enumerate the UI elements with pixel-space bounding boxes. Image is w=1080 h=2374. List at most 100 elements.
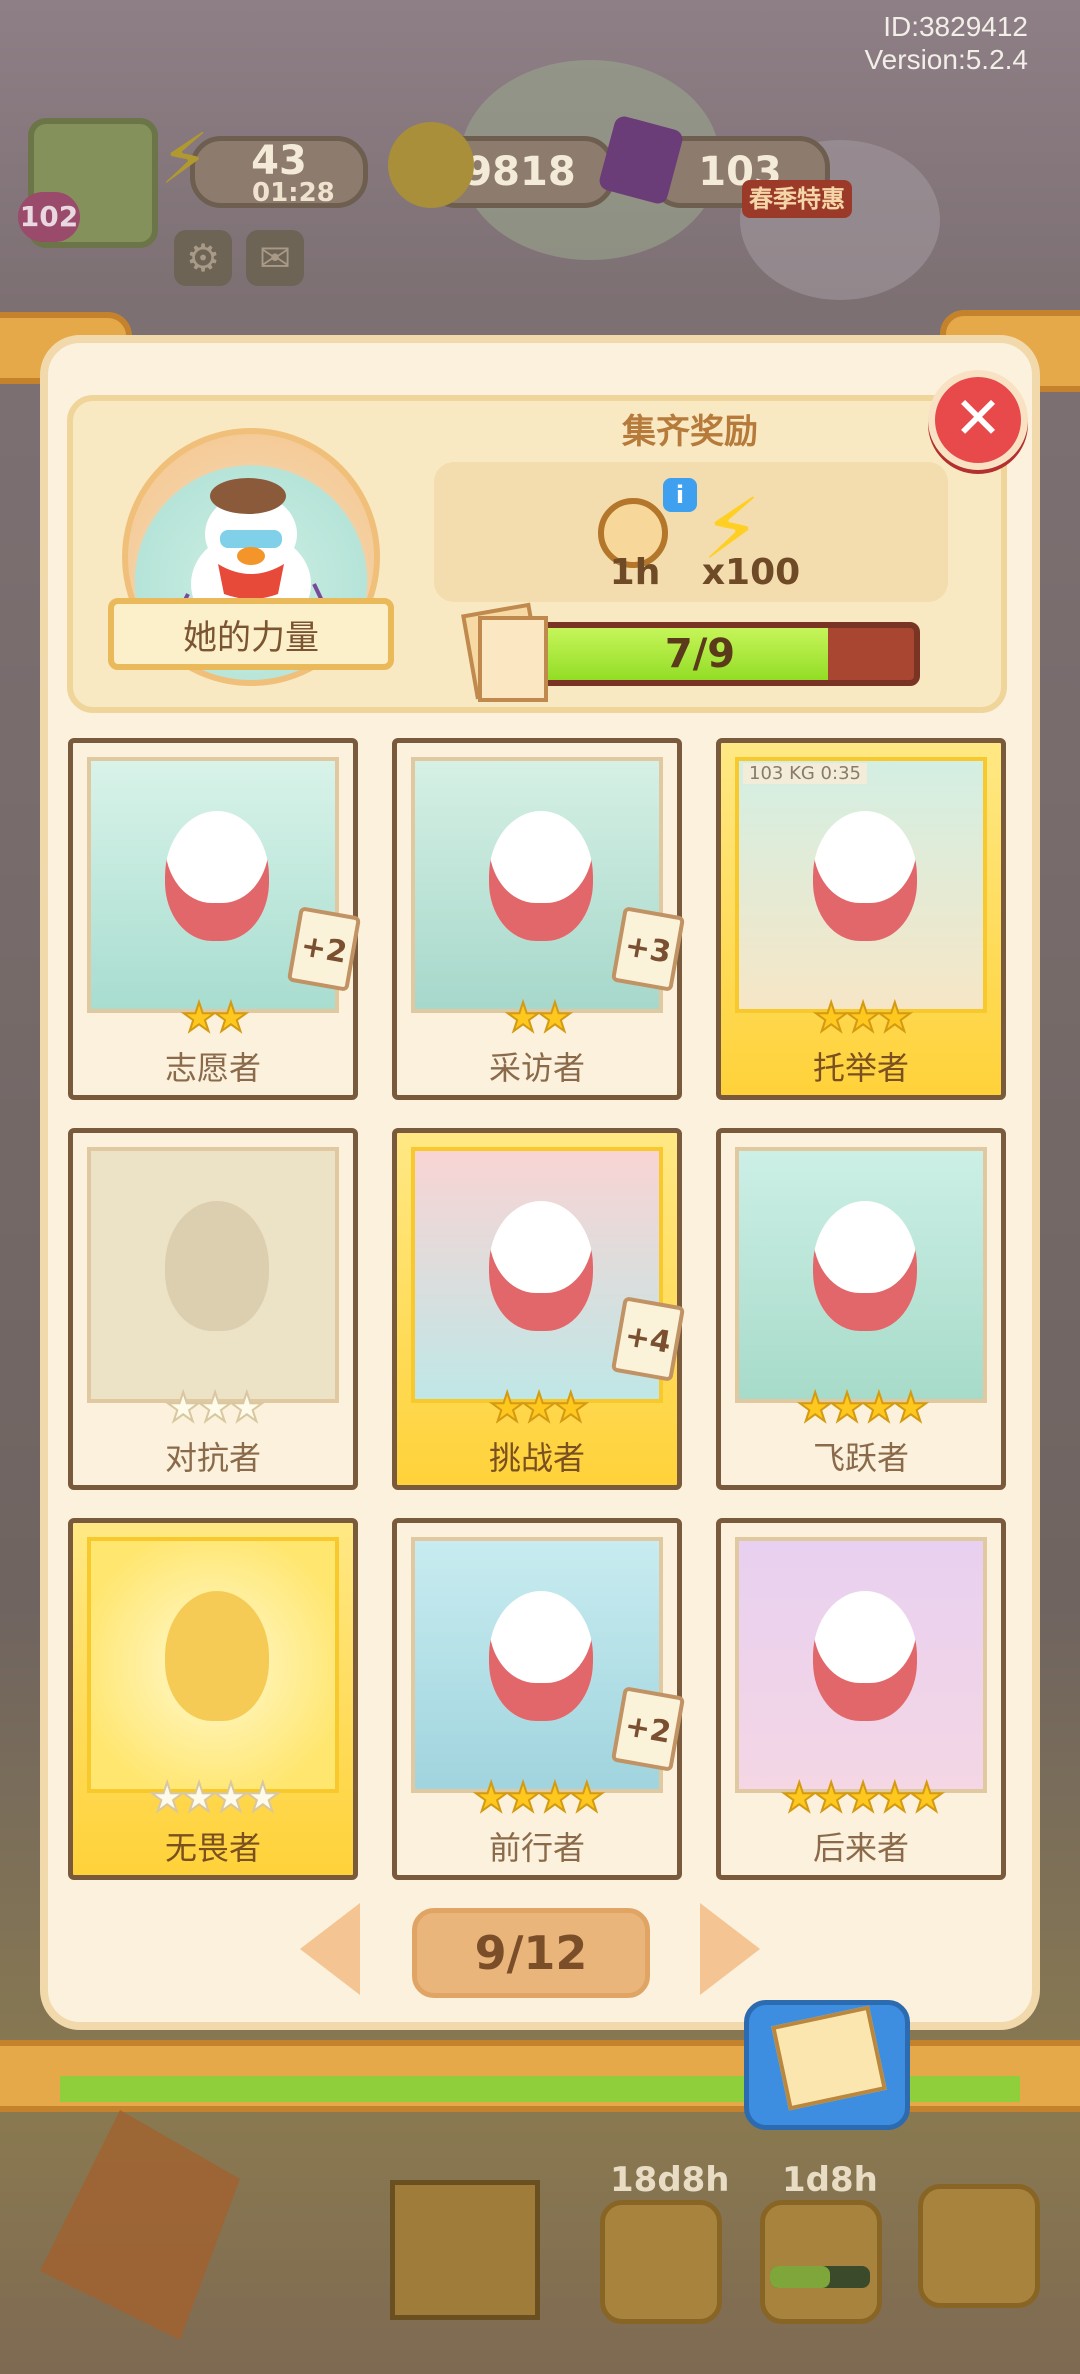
duplicate-count-badge: +4 — [610, 1296, 686, 1382]
duck-character-icon — [813, 811, 917, 941]
star-icon: ★ — [844, 1774, 882, 1822]
star-icon: ★ — [148, 1774, 186, 1822]
star-icon: ★ — [812, 994, 850, 1042]
card-illustration — [735, 1537, 987, 1793]
card-name: 前行者 — [488, 1829, 585, 1867]
collection-card[interactable]: 103 KG 0:35 ★★★ 托举者 — [716, 738, 1006, 1100]
collection-card[interactable]: ★★★ 挑战者 +4 — [392, 1128, 686, 1490]
portrait-title: 她的力量 — [183, 617, 319, 658]
star-rating: ★★★★★ — [721, 1774, 1001, 1822]
star-icon: ★ — [536, 1774, 574, 1822]
star-icon: ★ — [244, 1774, 282, 1822]
star-icon: ★ — [844, 994, 882, 1042]
card-name: 后来者 — [812, 1829, 909, 1867]
progress-text: 7/9 — [664, 631, 736, 677]
collection-card[interactable]: ★★ 采访者 +3 — [392, 738, 686, 1100]
star-icon: ★ — [812, 1774, 850, 1822]
star-icon: ★ — [876, 994, 914, 1042]
next-page-arrow-icon[interactable] — [700, 1903, 760, 1995]
star-icon: ★ — [796, 1384, 834, 1432]
duplicate-count-badge: +2 — [610, 1686, 686, 1772]
locked-card-silhouette — [87, 1537, 339, 1793]
event-button-3[interactable] — [918, 2184, 1040, 2308]
star-icon: ★ — [212, 1774, 250, 1822]
energy-reward-label: x100 — [701, 552, 801, 593]
promo-button[interactable]: 春季特惠 — [742, 180, 852, 218]
duplicate-count-badge: +3 — [610, 906, 686, 992]
star-rating: ★★★★ — [721, 1384, 1001, 1432]
duck-character-icon — [489, 1201, 593, 1331]
duck-silhouette-icon — [165, 1201, 269, 1331]
star-icon: ★ — [520, 1384, 558, 1432]
card-illustration — [735, 1147, 987, 1403]
collection-card[interactable]: ★★★★ 飞跃者 — [716, 1128, 1006, 1490]
build-info: ID:3829412 Version:5.2.4 — [865, 10, 1028, 76]
star-icon: ★ — [876, 1774, 914, 1822]
duplicate-count-badge: +2 — [286, 906, 362, 992]
star-icon: ★ — [568, 1774, 606, 1822]
star-rating: ★★★★ — [73, 1774, 353, 1822]
locked-card-silhouette — [87, 1147, 339, 1403]
star-icon: ★ — [472, 1774, 510, 1822]
star-icon: ★ — [552, 1384, 590, 1432]
star-icon: ★ — [212, 994, 250, 1042]
player-id: ID:3829412 — [883, 11, 1028, 42]
star-icon: ★ — [196, 1384, 234, 1432]
star-icon: ★ — [828, 1384, 866, 1432]
page-indicator: 9/12 — [412, 1908, 650, 1998]
event-button-1[interactable] — [600, 2200, 722, 2324]
lightning-icon: ⚡ — [160, 118, 210, 200]
card-name: 对抗者 — [164, 1439, 261, 1477]
star-rating: ★★ — [397, 994, 677, 1042]
collection-card[interactable]: ★★★★ 前行者 +2 — [392, 1518, 686, 1880]
card-name: 志愿者 — [164, 1049, 261, 1087]
duck-character-icon — [813, 1591, 917, 1721]
star-icon: ★ — [180, 994, 218, 1042]
energy-timer: 01:28 — [252, 178, 335, 208]
coin-value: 9818 — [464, 149, 576, 195]
promo-label: 春季特惠 — [749, 185, 845, 213]
info-icon[interactable]: i — [663, 478, 697, 512]
star-icon: ★ — [164, 1384, 202, 1432]
collection-card[interactable]: ★★★ 对抗者 — [68, 1128, 358, 1490]
star-icon: ★ — [488, 1384, 526, 1432]
star-rating: ★★★ — [397, 1384, 677, 1432]
level-badge: 102 — [18, 192, 80, 242]
card-name: 采访者 — [488, 1049, 585, 1087]
timer-label-1: 18d8h — [610, 2160, 730, 2200]
event-progress-bar — [770, 2266, 870, 2288]
mail-envelope-icon[interactable]: ✉ — [246, 230, 304, 286]
event-button-2[interactable] — [760, 2200, 882, 2324]
collection-card[interactable]: ★★ 志愿者 +2 — [68, 738, 362, 1100]
duck-silhouette-icon — [165, 1591, 269, 1721]
portrait-title-ribbon: 她的力量 — [108, 598, 394, 670]
album-icon — [771, 2005, 887, 2111]
reward-title: 集齐奖励 — [622, 412, 758, 452]
collection-card[interactable]: ★★★★★ 后来者 — [716, 1518, 1006, 1880]
star-icon: ★ — [860, 1384, 898, 1432]
duck-character-icon — [165, 811, 269, 941]
star-icon: ★ — [228, 1384, 266, 1432]
star-icon: ★ — [780, 1774, 818, 1822]
duck-character-icon — [489, 1591, 593, 1721]
card-name: 托举者 — [812, 1049, 909, 1087]
star-icon: ★ — [504, 994, 542, 1042]
timer-label-2: 1d8h — [782, 2160, 878, 2200]
previous-page-arrow-icon[interactable] — [300, 1903, 360, 1995]
star-icon: ★ — [504, 1774, 542, 1822]
version-label: Version:5.2.4 — [864, 44, 1028, 75]
card-stack-icon — [460, 602, 548, 702]
collection-card[interactable]: ★★★★ 无畏者 — [68, 1518, 358, 1880]
star-rating: ★★ — [73, 994, 353, 1042]
star-rating: ★★★ — [73, 1384, 353, 1432]
close-button[interactable]: ✕ — [928, 370, 1028, 470]
time-reward-label: 1h — [609, 552, 661, 593]
card-name: 挑战者 — [488, 1439, 585, 1477]
album-button[interactable] — [744, 2000, 910, 2130]
card-name: 飞跃者 — [812, 1439, 909, 1477]
star-rating: ★★★ — [721, 994, 1001, 1042]
settings-gear-icon[interactable]: ⚙ — [174, 230, 232, 286]
card-name: 无畏者 — [164, 1829, 261, 1867]
signboard-decoration — [390, 2180, 540, 2320]
star-icon: ★ — [892, 1384, 930, 1432]
